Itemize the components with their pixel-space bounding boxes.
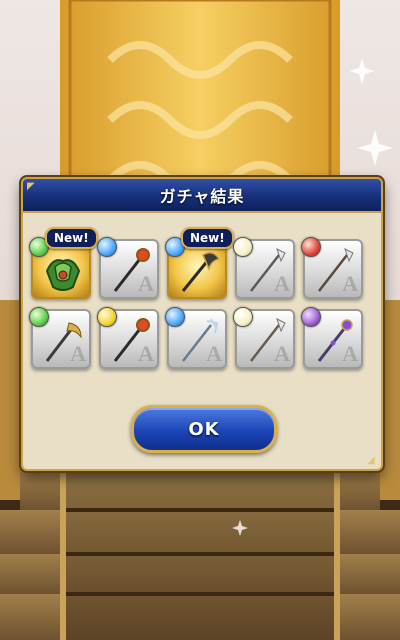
corner-ornament-icon: ◤ <box>27 181 35 192</box>
result-row: A A A A A <box>29 307 373 369</box>
corner-ornament-icon: ◢ <box>367 455 375 466</box>
thunder-element-icon <box>97 307 117 327</box>
result-item-1[interactable]: New! <box>29 227 98 299</box>
new-badge: New! <box>45 227 98 249</box>
new-badge: New! <box>181 227 234 249</box>
result-item-5[interactable]: A <box>301 237 363 299</box>
result-row: New! A New! A A <box>29 227 373 299</box>
rank-label: A <box>206 341 222 366</box>
rank-label: A <box>70 341 86 366</box>
gacha-result-dialog: ガチャ結果 ◤ ◢ New! A New! A A A A A A A OK <box>21 177 383 471</box>
water-element-icon <box>97 237 117 257</box>
rank-label: A <box>274 341 290 366</box>
dialog-title: ガチャ結果 <box>159 187 245 206</box>
result-item-8[interactable]: A <box>165 307 227 369</box>
result-item-7[interactable]: A <box>97 307 159 369</box>
rank-label: A <box>274 271 290 296</box>
rank-label: A <box>342 341 358 366</box>
dark-element-icon <box>301 307 321 327</box>
result-item-4[interactable]: A <box>233 237 295 299</box>
result-item-2[interactable]: A <box>97 237 159 299</box>
result-item-6[interactable]: A <box>29 307 91 369</box>
rank-label: A <box>138 341 154 366</box>
light-element-icon <box>233 307 253 327</box>
result-grid: New! A New! A A A A A A A <box>29 227 373 379</box>
result-item-9[interactable]: A <box>233 307 295 369</box>
rank-label: A <box>342 271 358 296</box>
result-item-3[interactable]: New! <box>165 227 234 299</box>
ok-button[interactable]: OK <box>131 405 277 453</box>
wind-element-icon <box>29 307 49 327</box>
fire-element-icon <box>301 237 321 257</box>
water-element-icon <box>165 307 185 327</box>
dialog-title-bar: ガチャ結果 <box>23 179 381 213</box>
ok-button-label: OK <box>188 418 220 440</box>
rank-label: A <box>138 271 154 296</box>
light-element-icon <box>233 237 253 257</box>
result-item-10[interactable]: A <box>301 307 363 369</box>
